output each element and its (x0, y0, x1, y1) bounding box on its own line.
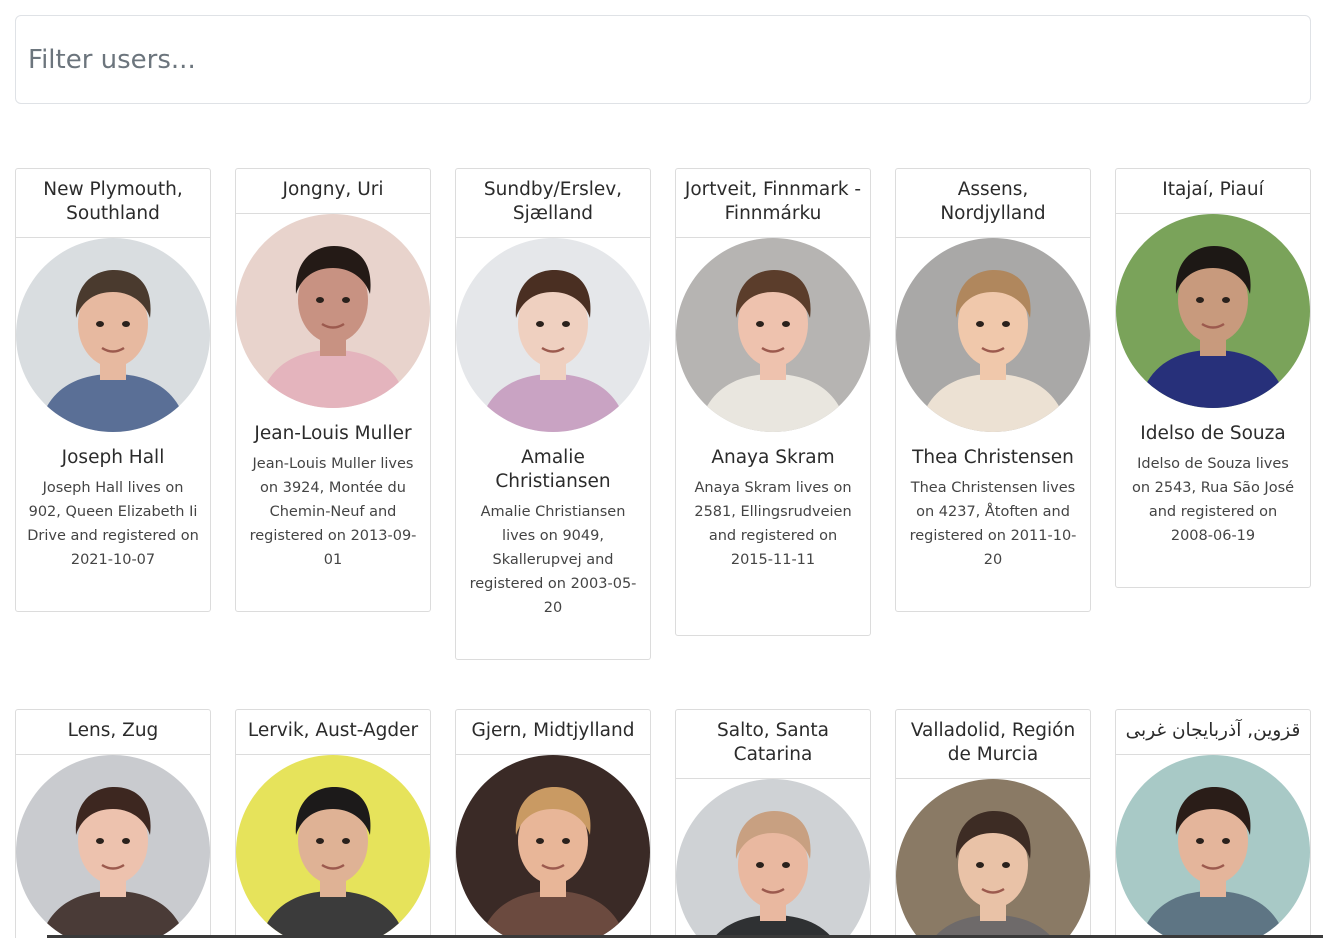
user-bio: Jean-Louis Muller lives on 3924, Montée … (249, 456, 417, 568)
user-card: Salto, Santa Catarina (675, 709, 871, 938)
card-location: Itajaí, Piauí (1116, 169, 1310, 214)
user-avatar (236, 214, 430, 408)
filter-users-field[interactable] (15, 15, 1311, 104)
user-avatar (1116, 214, 1310, 408)
card-location: Valladolid, Región de Murcia (896, 710, 1090, 779)
user-card: Jortveit, Finnmark - Finnmárku Anaya Skr… (675, 168, 871, 636)
card-location: Lens, Zug (16, 710, 210, 755)
user-card: Sundby/Erslev, Sjælland Amalie Christian… (455, 168, 651, 660)
user-avatar (1116, 755, 1310, 938)
user-bio: Thea Christensen lives on 4237, Åtoften … (909, 480, 1077, 568)
user-avatar (456, 238, 650, 432)
user-avatar (676, 238, 870, 432)
card-location: Lervik, Aust-Agder (236, 710, 430, 755)
user-avatar (236, 755, 430, 938)
card-location: Jortveit, Finnmark - Finnmárku (676, 169, 870, 238)
card-location: New Plymouth, Southland (16, 169, 210, 238)
card-location: Jongny, Uri (236, 169, 430, 214)
user-name: Amalie Christiansen (495, 447, 611, 492)
user-name: Thea Christensen (912, 447, 1074, 468)
card-location: Sundby/Erslev, Sjælland (456, 169, 650, 238)
user-card: قزوین, آذربایجان غربی (1115, 709, 1311, 938)
user-card: Itajaí, Piauí Idelso de Souza Idelso de … (1115, 168, 1311, 588)
card-location: قزوین, آذربایجان غربی (1116, 710, 1310, 755)
card-location: Assens, Nordjylland (896, 169, 1090, 238)
user-card: New Plymouth, Southland Joseph Hall Jose… (15, 168, 211, 612)
user-avatar (16, 238, 210, 432)
user-bio: Anaya Skram lives on 2581, Ellingsrudvei… (694, 480, 852, 568)
user-bio: Idelso de Souza lives on 2543, Rua São J… (1131, 456, 1295, 544)
user-avatar (456, 755, 650, 938)
user-name: Anaya Skram (711, 447, 835, 468)
user-bio: Joseph Hall lives on 902, Queen Elizabet… (27, 480, 199, 568)
user-avatar (676, 779, 870, 938)
card-location: Salto, Santa Catarina (676, 710, 870, 779)
user-card: Jongny, Uri Jean-Louis Muller Jean-Louis… (235, 168, 431, 612)
user-name: Jean-Louis Muller (254, 423, 412, 444)
user-card: Lens, Zug (15, 709, 211, 938)
filter-users-input[interactable] (16, 16, 1310, 103)
user-name: Joseph Hall (61, 447, 165, 468)
user-bio: Amalie Christiansen lives on 9049, Skall… (469, 504, 637, 616)
user-card: Lervik, Aust-Agder (235, 709, 431, 938)
card-location: Gjern, Midtjylland (456, 710, 650, 755)
user-card: Assens, Nordjylland Thea Christensen The… (895, 168, 1091, 612)
user-card: Gjern, Midtjylland (455, 709, 651, 938)
user-name: Idelso de Souza (1140, 423, 1286, 444)
user-avatar (16, 755, 210, 938)
user-avatar (896, 238, 1090, 432)
user-avatar (896, 779, 1090, 938)
user-card: Valladolid, Región de Murcia (895, 709, 1091, 938)
